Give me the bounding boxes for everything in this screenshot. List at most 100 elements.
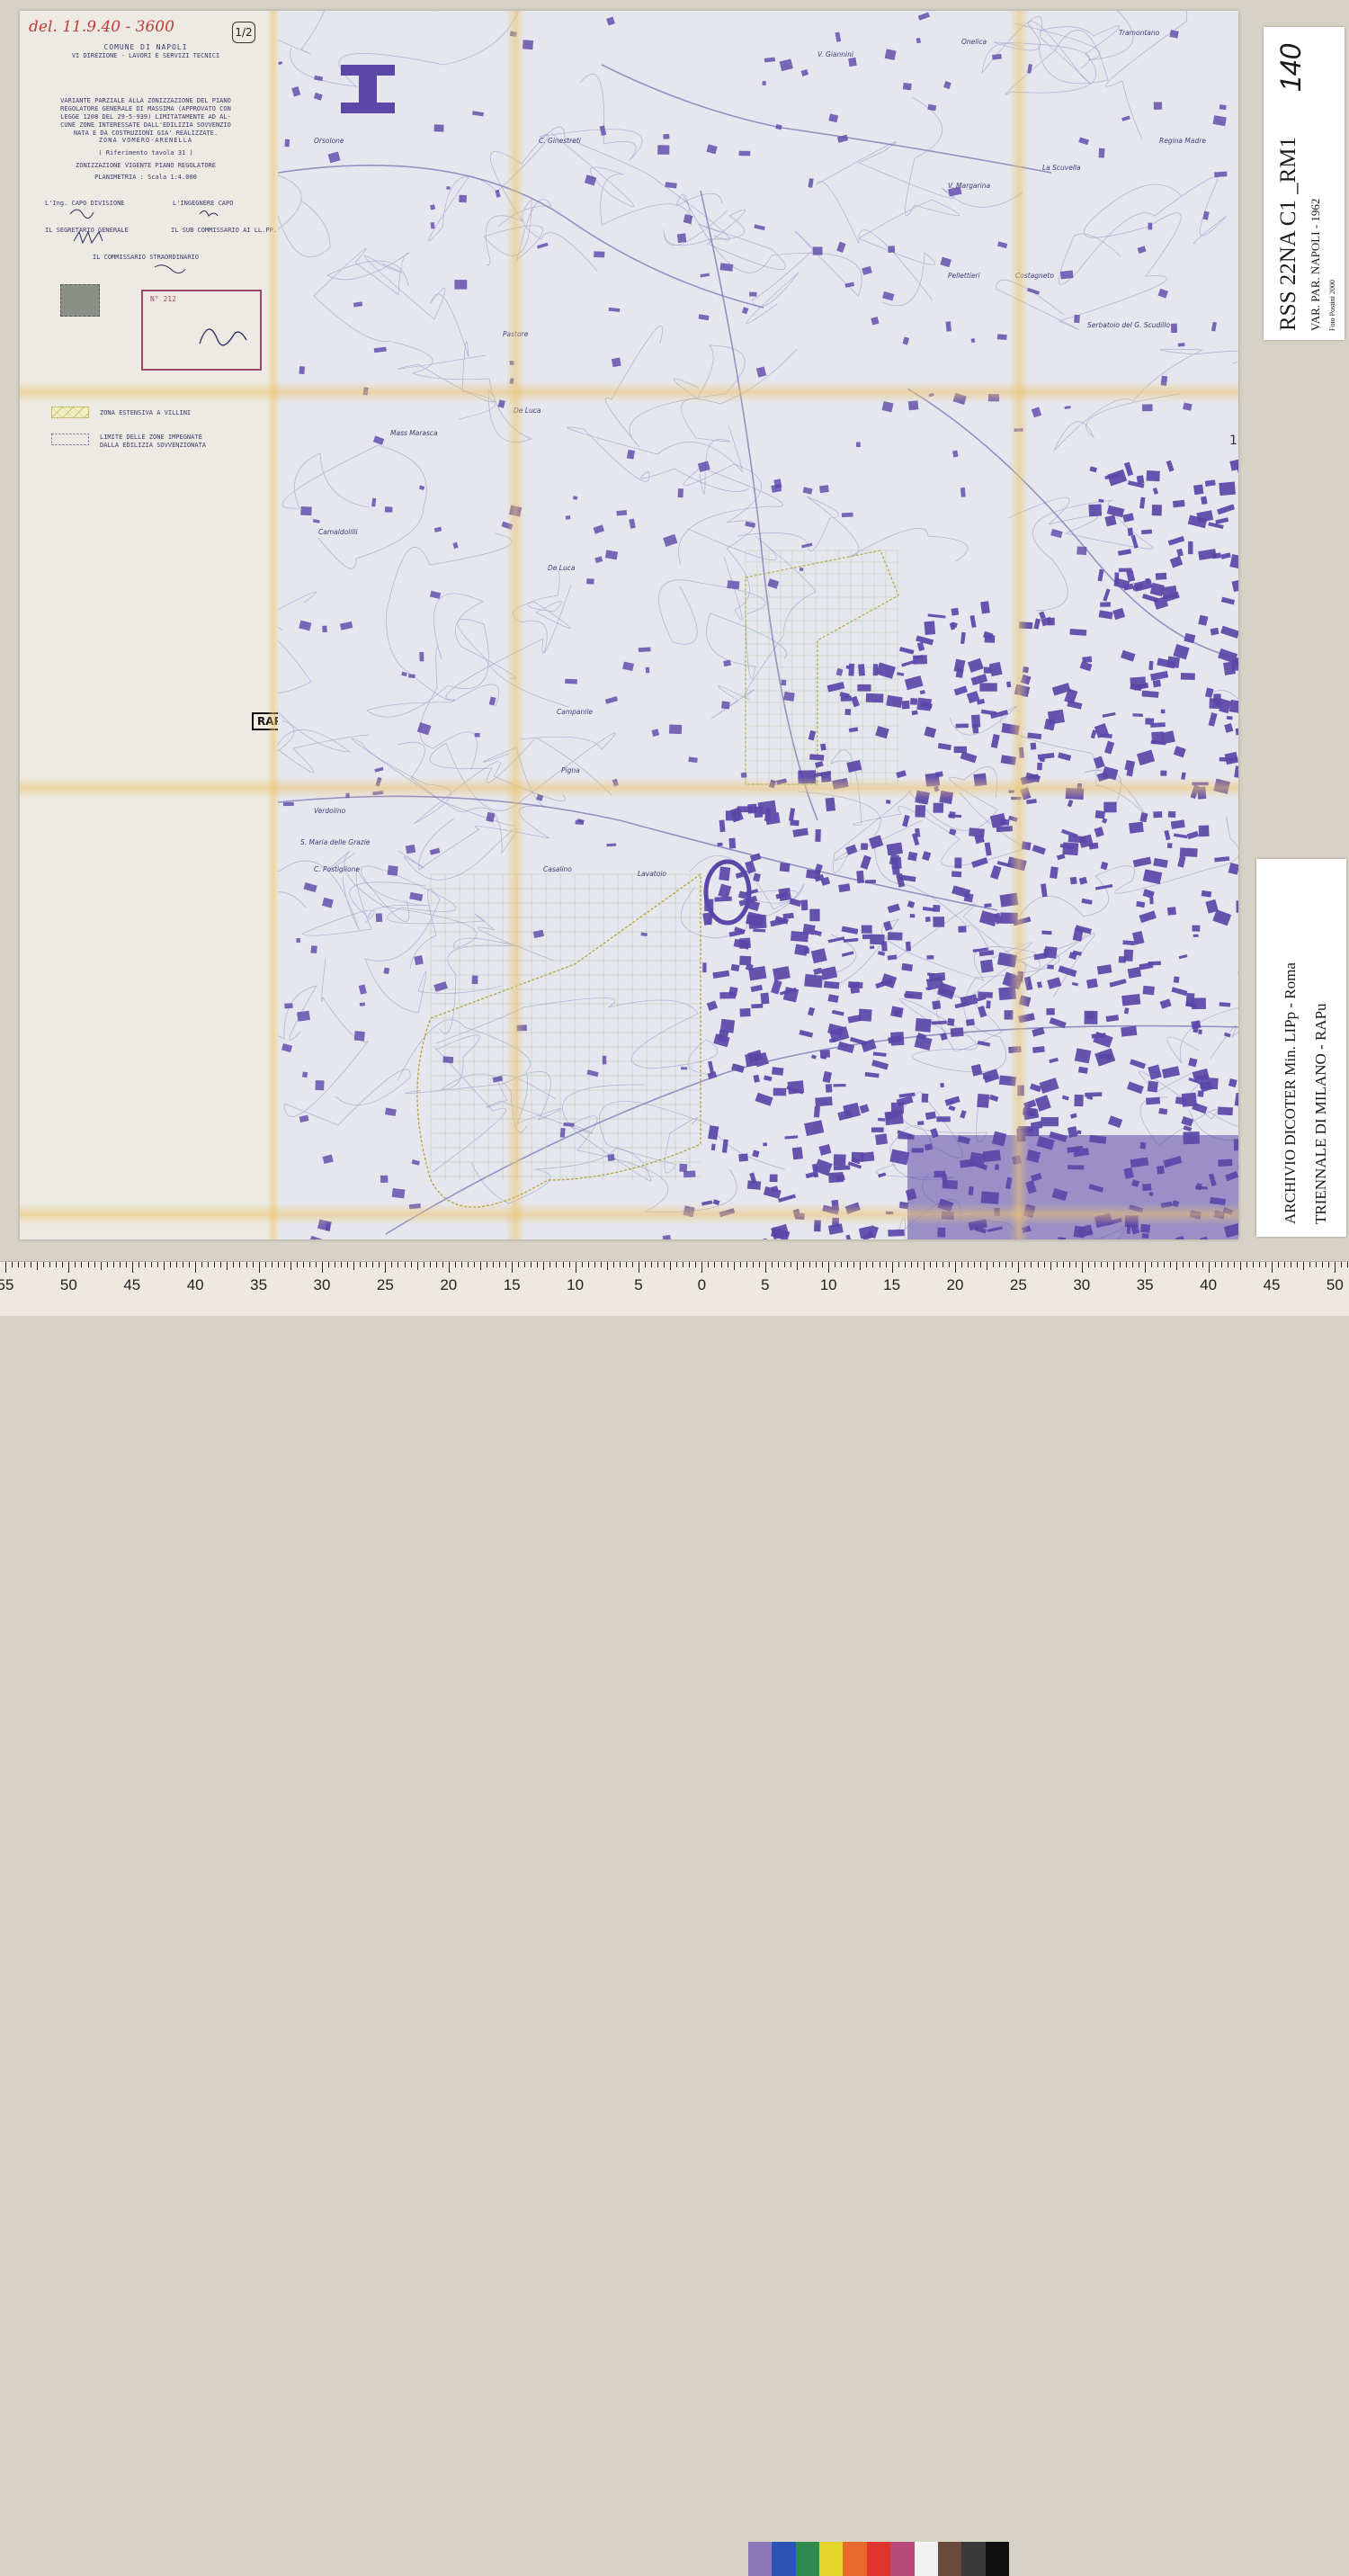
building	[723, 660, 731, 667]
ruler-tick	[1076, 1262, 1077, 1267]
building	[783, 692, 795, 702]
contour-line	[361, 866, 554, 961]
building	[876, 662, 896, 678]
ruler-tick	[613, 1262, 614, 1267]
building	[1141, 530, 1152, 534]
ruler-tick	[816, 1262, 817, 1267]
ruler-tick	[917, 1262, 918, 1267]
ruler-tick	[1297, 1262, 1298, 1267]
building	[314, 76, 323, 81]
building	[809, 754, 824, 760]
building	[1046, 1008, 1054, 1015]
ruler-tick	[607, 1262, 608, 1270]
map-label: Orsolone	[314, 137, 344, 145]
building	[1152, 505, 1162, 515]
building	[454, 280, 467, 290]
building	[1205, 899, 1218, 914]
building	[1101, 862, 1109, 870]
building	[701, 1201, 712, 1206]
ruler-tick	[1176, 1262, 1177, 1270]
building	[862, 935, 871, 939]
building	[714, 897, 731, 902]
building	[1031, 743, 1037, 750]
building	[663, 134, 669, 139]
building	[781, 680, 786, 685]
building	[575, 820, 584, 825]
ruler-tick	[1278, 1262, 1279, 1267]
building	[720, 263, 734, 272]
building	[906, 942, 911, 952]
building	[537, 243, 549, 249]
calibration-chip	[961, 2542, 985, 2576]
building	[927, 955, 934, 960]
contour-line	[859, 97, 960, 306]
ruler-tick	[88, 1262, 89, 1267]
building	[1068, 800, 1074, 807]
calibration-chip	[867, 2542, 890, 2576]
building	[915, 1035, 933, 1051]
building	[719, 1208, 736, 1217]
building	[1023, 1099, 1037, 1109]
ruler-tick	[549, 1262, 550, 1267]
ruler-tick	[417, 1262, 418, 1270]
building	[897, 672, 904, 676]
building	[980, 960, 994, 973]
building	[910, 698, 917, 705]
building	[1014, 428, 1023, 432]
ruler-tick	[1272, 1262, 1273, 1273]
archive-line1: ARCHIVIO DICOTER Min. LIPp - Roma	[1282, 962, 1300, 1224]
building	[594, 251, 604, 257]
ruler-tick	[594, 1262, 595, 1267]
building	[857, 684, 871, 692]
ruler-tick	[49, 1262, 50, 1267]
building	[472, 975, 478, 984]
building	[414, 955, 424, 965]
ruler-tick	[233, 1262, 234, 1267]
building	[1100, 733, 1112, 738]
building	[844, 282, 854, 288]
building	[899, 1202, 908, 1209]
ruler-tick	[1157, 1262, 1158, 1267]
building	[1221, 597, 1235, 605]
building	[886, 1212, 893, 1214]
building	[718, 843, 723, 846]
ruler-tick	[1063, 1262, 1064, 1267]
ruler-tick	[37, 1262, 38, 1270]
building	[678, 488, 683, 497]
building	[510, 378, 514, 384]
building	[560, 1128, 566, 1138]
building	[1027, 64, 1032, 74]
building	[1174, 746, 1186, 757]
ruler-tick	[405, 1262, 406, 1267]
building	[848, 664, 854, 676]
building	[770, 1174, 778, 1182]
scale-ruler: 5550454035302520151050510152025303540455…	[0, 1261, 1349, 1316]
ruler-tick	[253, 1262, 254, 1267]
building	[848, 58, 856, 67]
building	[992, 54, 1002, 60]
building	[966, 1019, 975, 1026]
map-label: C. Ginestreti	[539, 137, 581, 145]
building	[731, 964, 740, 971]
building	[902, 701, 910, 709]
building	[502, 522, 514, 530]
building	[886, 695, 902, 708]
building	[815, 1096, 833, 1106]
building	[1074, 315, 1080, 323]
building	[1097, 772, 1110, 783]
building	[313, 519, 320, 523]
ruler-tick	[905, 1262, 906, 1267]
building	[875, 726, 889, 738]
revenue-stamp	[60, 284, 100, 317]
map-label: Pastore	[503, 330, 528, 338]
building	[1224, 723, 1233, 733]
ruler-tick	[556, 1262, 557, 1267]
building	[1062, 842, 1078, 855]
ruler-tick	[784, 1262, 785, 1267]
building	[434, 527, 442, 532]
building	[954, 659, 966, 674]
map-area: C. GinestretiOrsolonePastoreMass Marasca…	[278, 11, 1238, 1239]
ruler-tick	[1246, 1262, 1247, 1267]
building	[1198, 1030, 1202, 1034]
ruler-tick	[714, 1262, 715, 1267]
